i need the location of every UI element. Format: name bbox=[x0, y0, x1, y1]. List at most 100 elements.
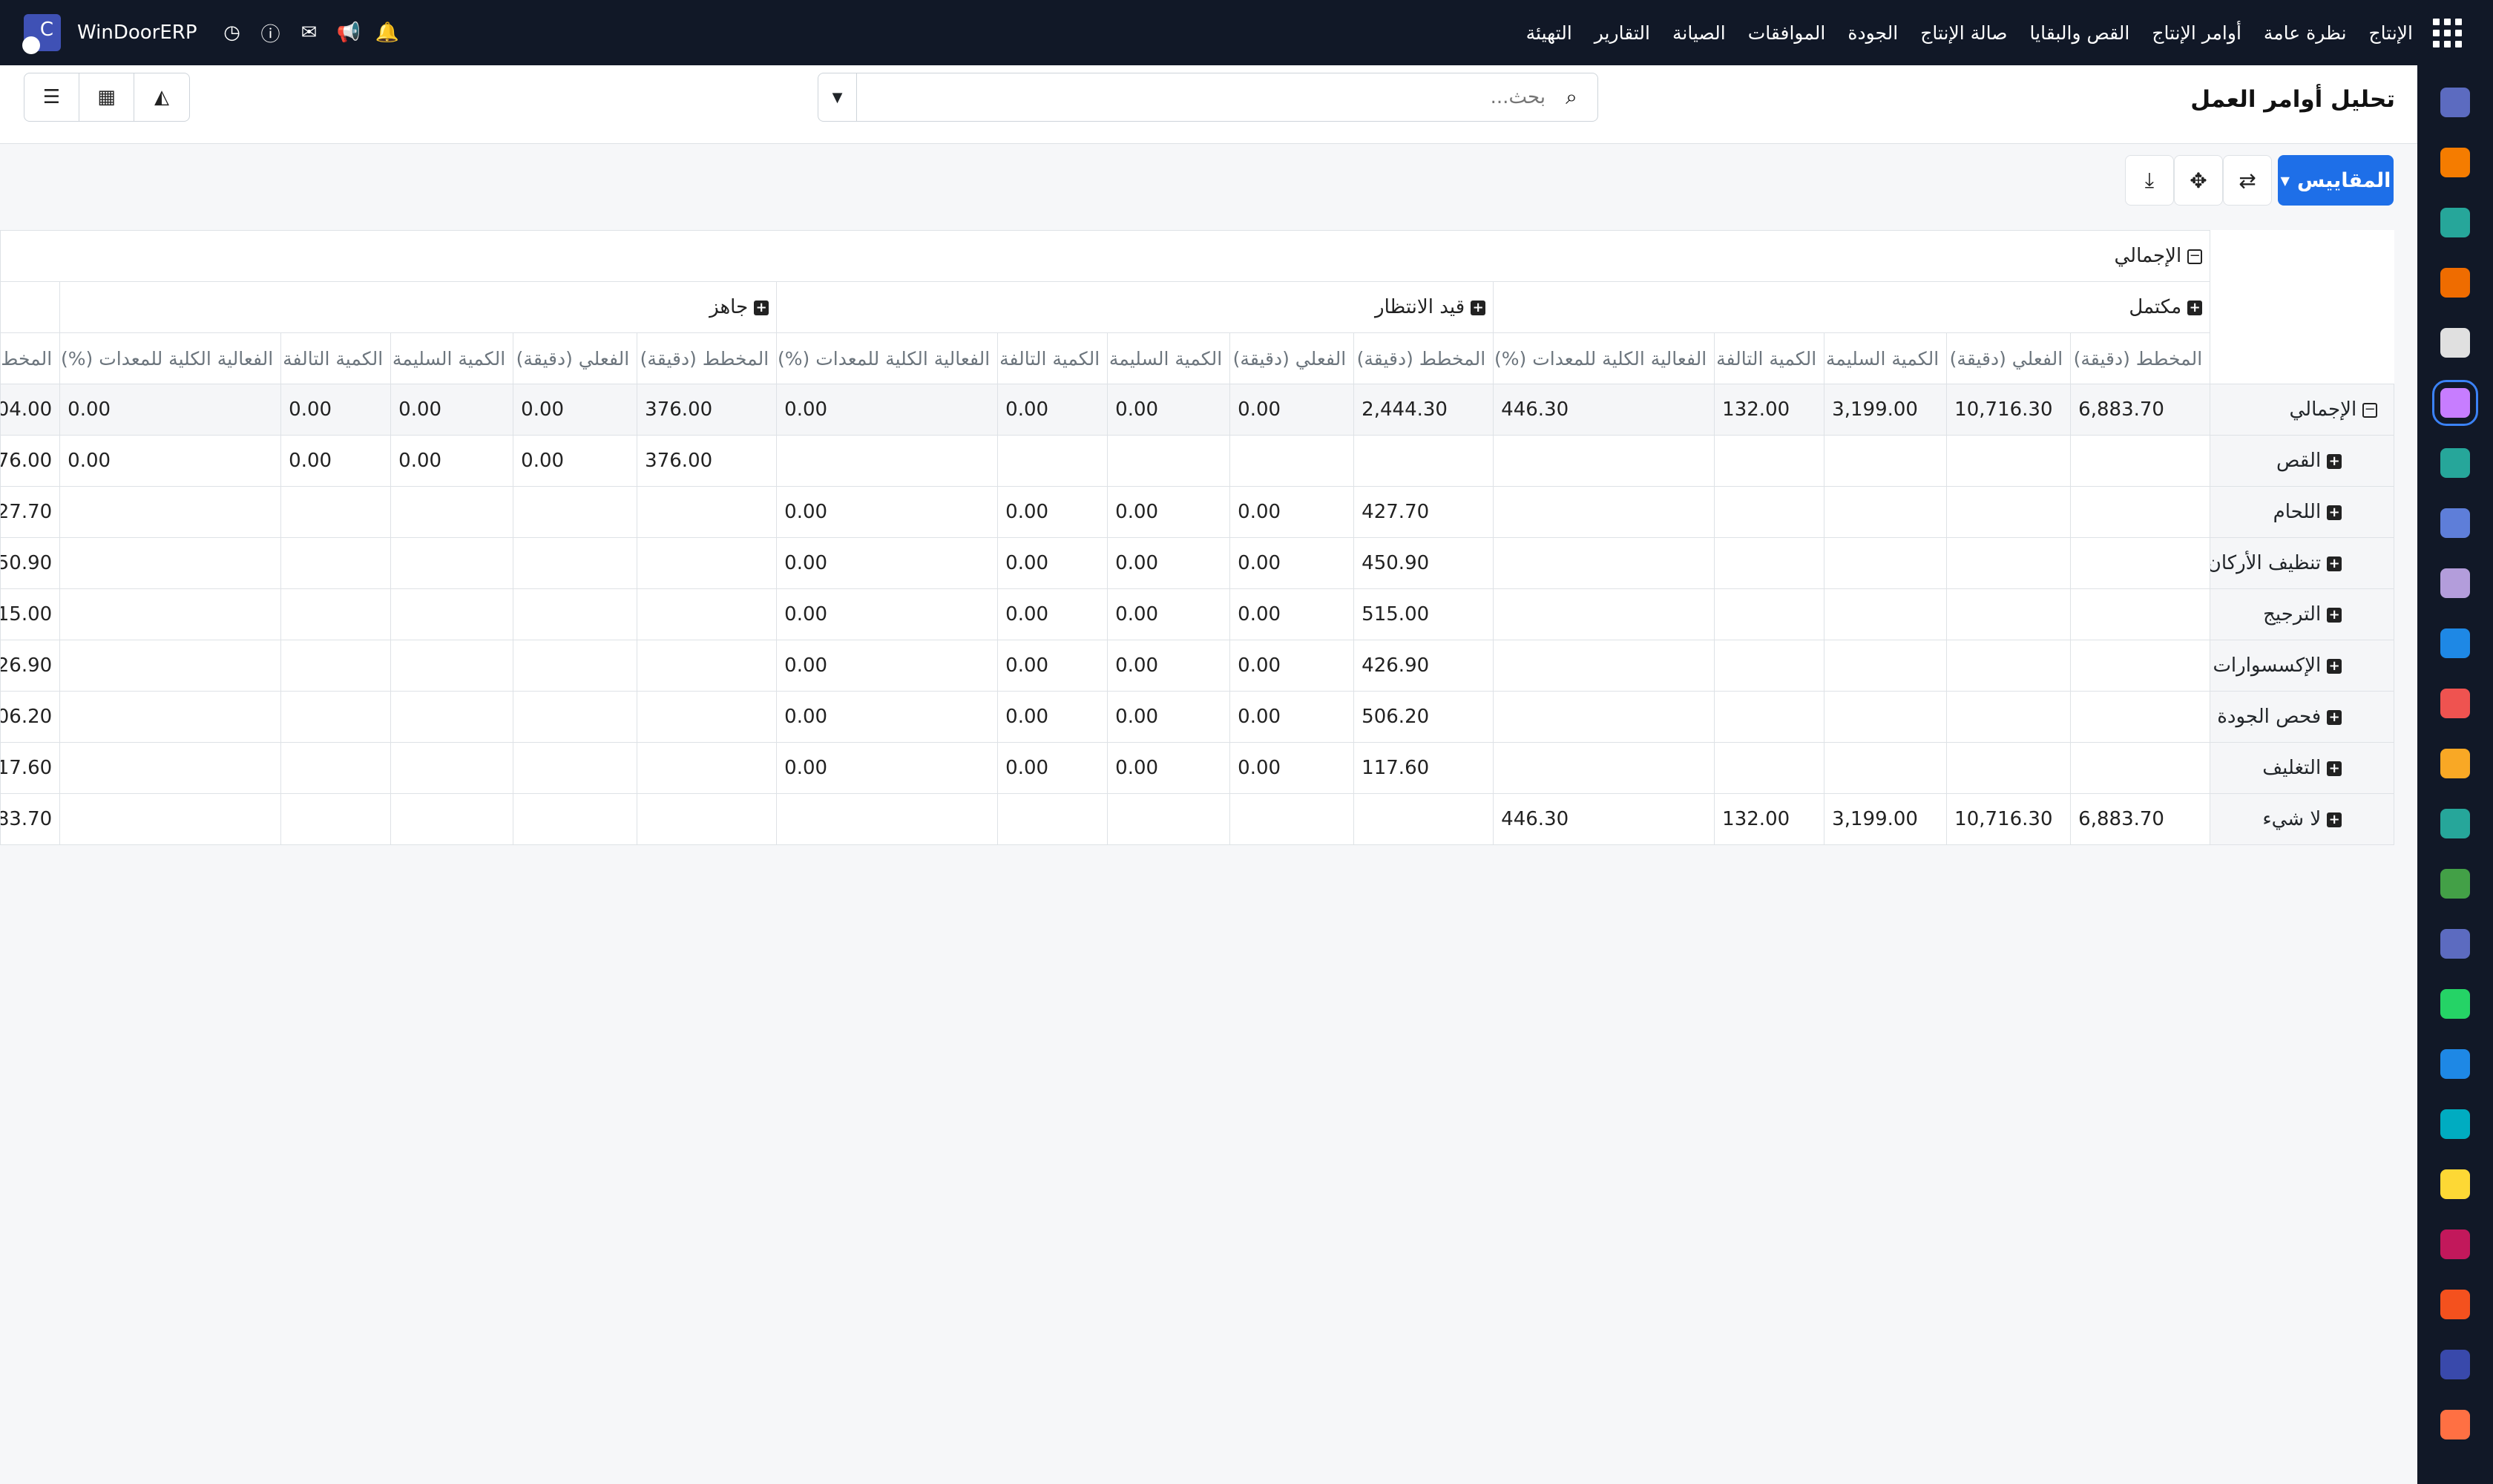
pivot-cell[interactable] bbox=[59, 793, 282, 845]
menu-item-cutting-remnants[interactable]: القص والبقايا bbox=[2030, 22, 2130, 44]
sidebar-app-icon[interactable] bbox=[2440, 448, 2470, 478]
pivot-cell[interactable] bbox=[637, 640, 778, 692]
sidebar-app-icon[interactable] bbox=[2440, 628, 2470, 658]
pivot-cell[interactable]: 76.00 bbox=[0, 435, 61, 487]
pivot-cell[interactable]: 426.90 bbox=[1353, 640, 1494, 692]
pivot-cell[interactable]: 427.70 bbox=[1353, 486, 1494, 538]
pivot-measure-header[interactable]: الكمية التالفة bbox=[997, 332, 1108, 384]
pivot-cell[interactable] bbox=[390, 691, 514, 743]
pivot-row-header[interactable]: + الترجيج bbox=[2210, 588, 2395, 640]
pivot-measure-header[interactable]: الكمية السليمة bbox=[390, 332, 514, 384]
pivot-cell[interactable] bbox=[513, 742, 638, 794]
pivot-cell[interactable]: 6,883.70 bbox=[2070, 793, 2211, 845]
pivot-cell[interactable] bbox=[637, 588, 778, 640]
pivot-cell[interactable]: 3,199.00 bbox=[1824, 384, 1948, 436]
pivot-cell[interactable] bbox=[513, 640, 638, 692]
pivot-cell[interactable] bbox=[1824, 588, 1948, 640]
pivot-measure-header[interactable]: الفعالية الكلية للمعدات (%) bbox=[776, 332, 999, 384]
pivot-cell[interactable] bbox=[280, 793, 392, 845]
download-button[interactable]: ⤓ bbox=[2125, 155, 2174, 206]
pivot-cell[interactable] bbox=[1946, 588, 2072, 640]
pivot-cell[interactable] bbox=[390, 537, 514, 589]
pivot-measure-header[interactable]: المخطط (دقيقة) bbox=[637, 332, 778, 384]
menu-item-maintenance[interactable]: الصيانة bbox=[1672, 22, 1726, 44]
pivot-cell[interactable]: 0.00 bbox=[776, 640, 999, 692]
sidebar-app-icon[interactable] bbox=[2440, 689, 2470, 718]
pivot-cell[interactable]: 132.00 bbox=[1714, 793, 1825, 845]
pivot-cell[interactable] bbox=[280, 537, 392, 589]
pivot-cell[interactable] bbox=[59, 486, 282, 538]
pivot-cell[interactable] bbox=[59, 691, 282, 743]
pivot-cell[interactable]: 0.00 bbox=[997, 691, 1108, 743]
menu-item-approvals[interactable]: الموافقات bbox=[1748, 22, 1826, 44]
pivot-measure-header[interactable]: المخطط (دقيقة) bbox=[2070, 332, 2211, 384]
pivot-cell[interactable] bbox=[1493, 435, 1715, 487]
list-view-icon[interactable]: ☰ bbox=[24, 73, 79, 121]
pivot-cell[interactable]: 0.00 bbox=[997, 384, 1108, 436]
pivot-cell[interactable] bbox=[1493, 537, 1715, 589]
pivot-cell[interactable] bbox=[59, 537, 282, 589]
pivot-cell[interactable]: 376.00 bbox=[637, 435, 778, 487]
pivot-cell[interactable] bbox=[637, 691, 778, 743]
pivot-cell[interactable]: 446.30 bbox=[1493, 793, 1715, 845]
pivot-cell[interactable] bbox=[280, 486, 392, 538]
sidebar-app-icon[interactable] bbox=[2440, 508, 2470, 538]
pivot-cell[interactable]: 3,199.00 bbox=[1824, 793, 1948, 845]
pivot-cell[interactable] bbox=[2070, 588, 2211, 640]
pivot-cell[interactable] bbox=[1229, 435, 1355, 487]
pivot-cell[interactable] bbox=[1824, 691, 1948, 743]
pivot-row-header[interactable]: + الإكسسوارات bbox=[2210, 640, 2395, 692]
pivot-cell[interactable]: 0.00 bbox=[1229, 384, 1355, 436]
pivot-cell[interactable]: 83.70 bbox=[0, 793, 61, 845]
pivot-cell[interactable]: 0.00 bbox=[1107, 588, 1231, 640]
pivot-cell[interactable]: 0.00 bbox=[997, 486, 1108, 538]
pivot-cell[interactable]: 26.90 bbox=[0, 640, 61, 692]
pivot-cell[interactable]: 2,444.30 bbox=[1353, 384, 1494, 436]
pivot-cell[interactable] bbox=[2070, 742, 2211, 794]
pivot-cell[interactable]: 0.00 bbox=[997, 588, 1108, 640]
pivot-cell[interactable]: 0.00 bbox=[513, 435, 638, 487]
pivot-cell[interactable] bbox=[1824, 742, 1948, 794]
pivot-measure-header[interactable]: الكمية التالفة bbox=[1714, 332, 1825, 384]
pivot-cell[interactable]: 0.00 bbox=[997, 742, 1108, 794]
sidebar-app-icon[interactable] bbox=[2440, 869, 2470, 899]
pivot-cell[interactable] bbox=[1107, 435, 1231, 487]
pivot-cell[interactable] bbox=[390, 640, 514, 692]
pivot-cell[interactable]: 376.00 bbox=[637, 384, 778, 436]
pivot-measure-header[interactable]: الفعالية الكلية للمعدات (%) bbox=[59, 332, 282, 384]
pivot-cell[interactable] bbox=[1946, 742, 2072, 794]
pivot-cell[interactable] bbox=[1824, 486, 1948, 538]
pivot-cell[interactable]: 0.00 bbox=[390, 384, 514, 436]
pivot-cell[interactable]: 0.00 bbox=[1229, 537, 1355, 589]
pivot-cell[interactable]: 0.00 bbox=[776, 742, 999, 794]
pivot-cell[interactable]: 515.00 bbox=[1353, 588, 1494, 640]
sidebar-app-icon[interactable] bbox=[2440, 148, 2470, 177]
pivot-cell[interactable]: 0.00 bbox=[280, 435, 392, 487]
pivot-row-header[interactable]: + اللحام bbox=[2210, 486, 2395, 538]
pivot-cell[interactable]: 0.00 bbox=[1107, 742, 1231, 794]
sidebar-app-icon[interactable] bbox=[2440, 568, 2470, 598]
pivot-cell[interactable]: 6,883.70 bbox=[2070, 384, 2211, 436]
pivot-measure-header[interactable]: الكمية السليمة bbox=[1824, 332, 1948, 384]
sidebar-app-icon[interactable] bbox=[2440, 1229, 2470, 1259]
pivot-cell[interactable] bbox=[1493, 691, 1715, 743]
pivot-measure-header[interactable]: الكمية السليمة bbox=[1107, 332, 1231, 384]
pivot-cell[interactable]: 0.00 bbox=[776, 486, 999, 538]
company-name[interactable]: WinDoorERP bbox=[77, 22, 197, 44]
pivot-cell[interactable] bbox=[1714, 486, 1825, 538]
pivot-measure-header[interactable]: المخطط (دقيقة) bbox=[1353, 332, 1494, 384]
pivot-cell[interactable] bbox=[1714, 435, 1825, 487]
pivot-cell[interactable] bbox=[59, 640, 282, 692]
pivot-measure-header[interactable]: الفعلي (دقيقة) bbox=[1946, 332, 2072, 384]
search-input[interactable] bbox=[857, 73, 1546, 121]
sidebar-app-icon[interactable] bbox=[2440, 1350, 2470, 1379]
pivot-cell[interactable]: 446.30 bbox=[1493, 384, 1715, 436]
pivot-cell[interactable]: 0.00 bbox=[59, 384, 282, 436]
pivot-cell[interactable]: 0.00 bbox=[1107, 640, 1231, 692]
apps-grid-icon[interactable] bbox=[2431, 16, 2463, 49]
pivot-cell[interactable] bbox=[513, 793, 638, 845]
pivot-row-header[interactable]: + لا شيء bbox=[2210, 793, 2395, 845]
pivot-measure-header[interactable]: الفعالية الكلية للمعدات (%) bbox=[1493, 332, 1715, 384]
pivot-cell[interactable] bbox=[1714, 640, 1825, 692]
sidebar-app-icon[interactable] bbox=[2440, 1290, 2470, 1319]
